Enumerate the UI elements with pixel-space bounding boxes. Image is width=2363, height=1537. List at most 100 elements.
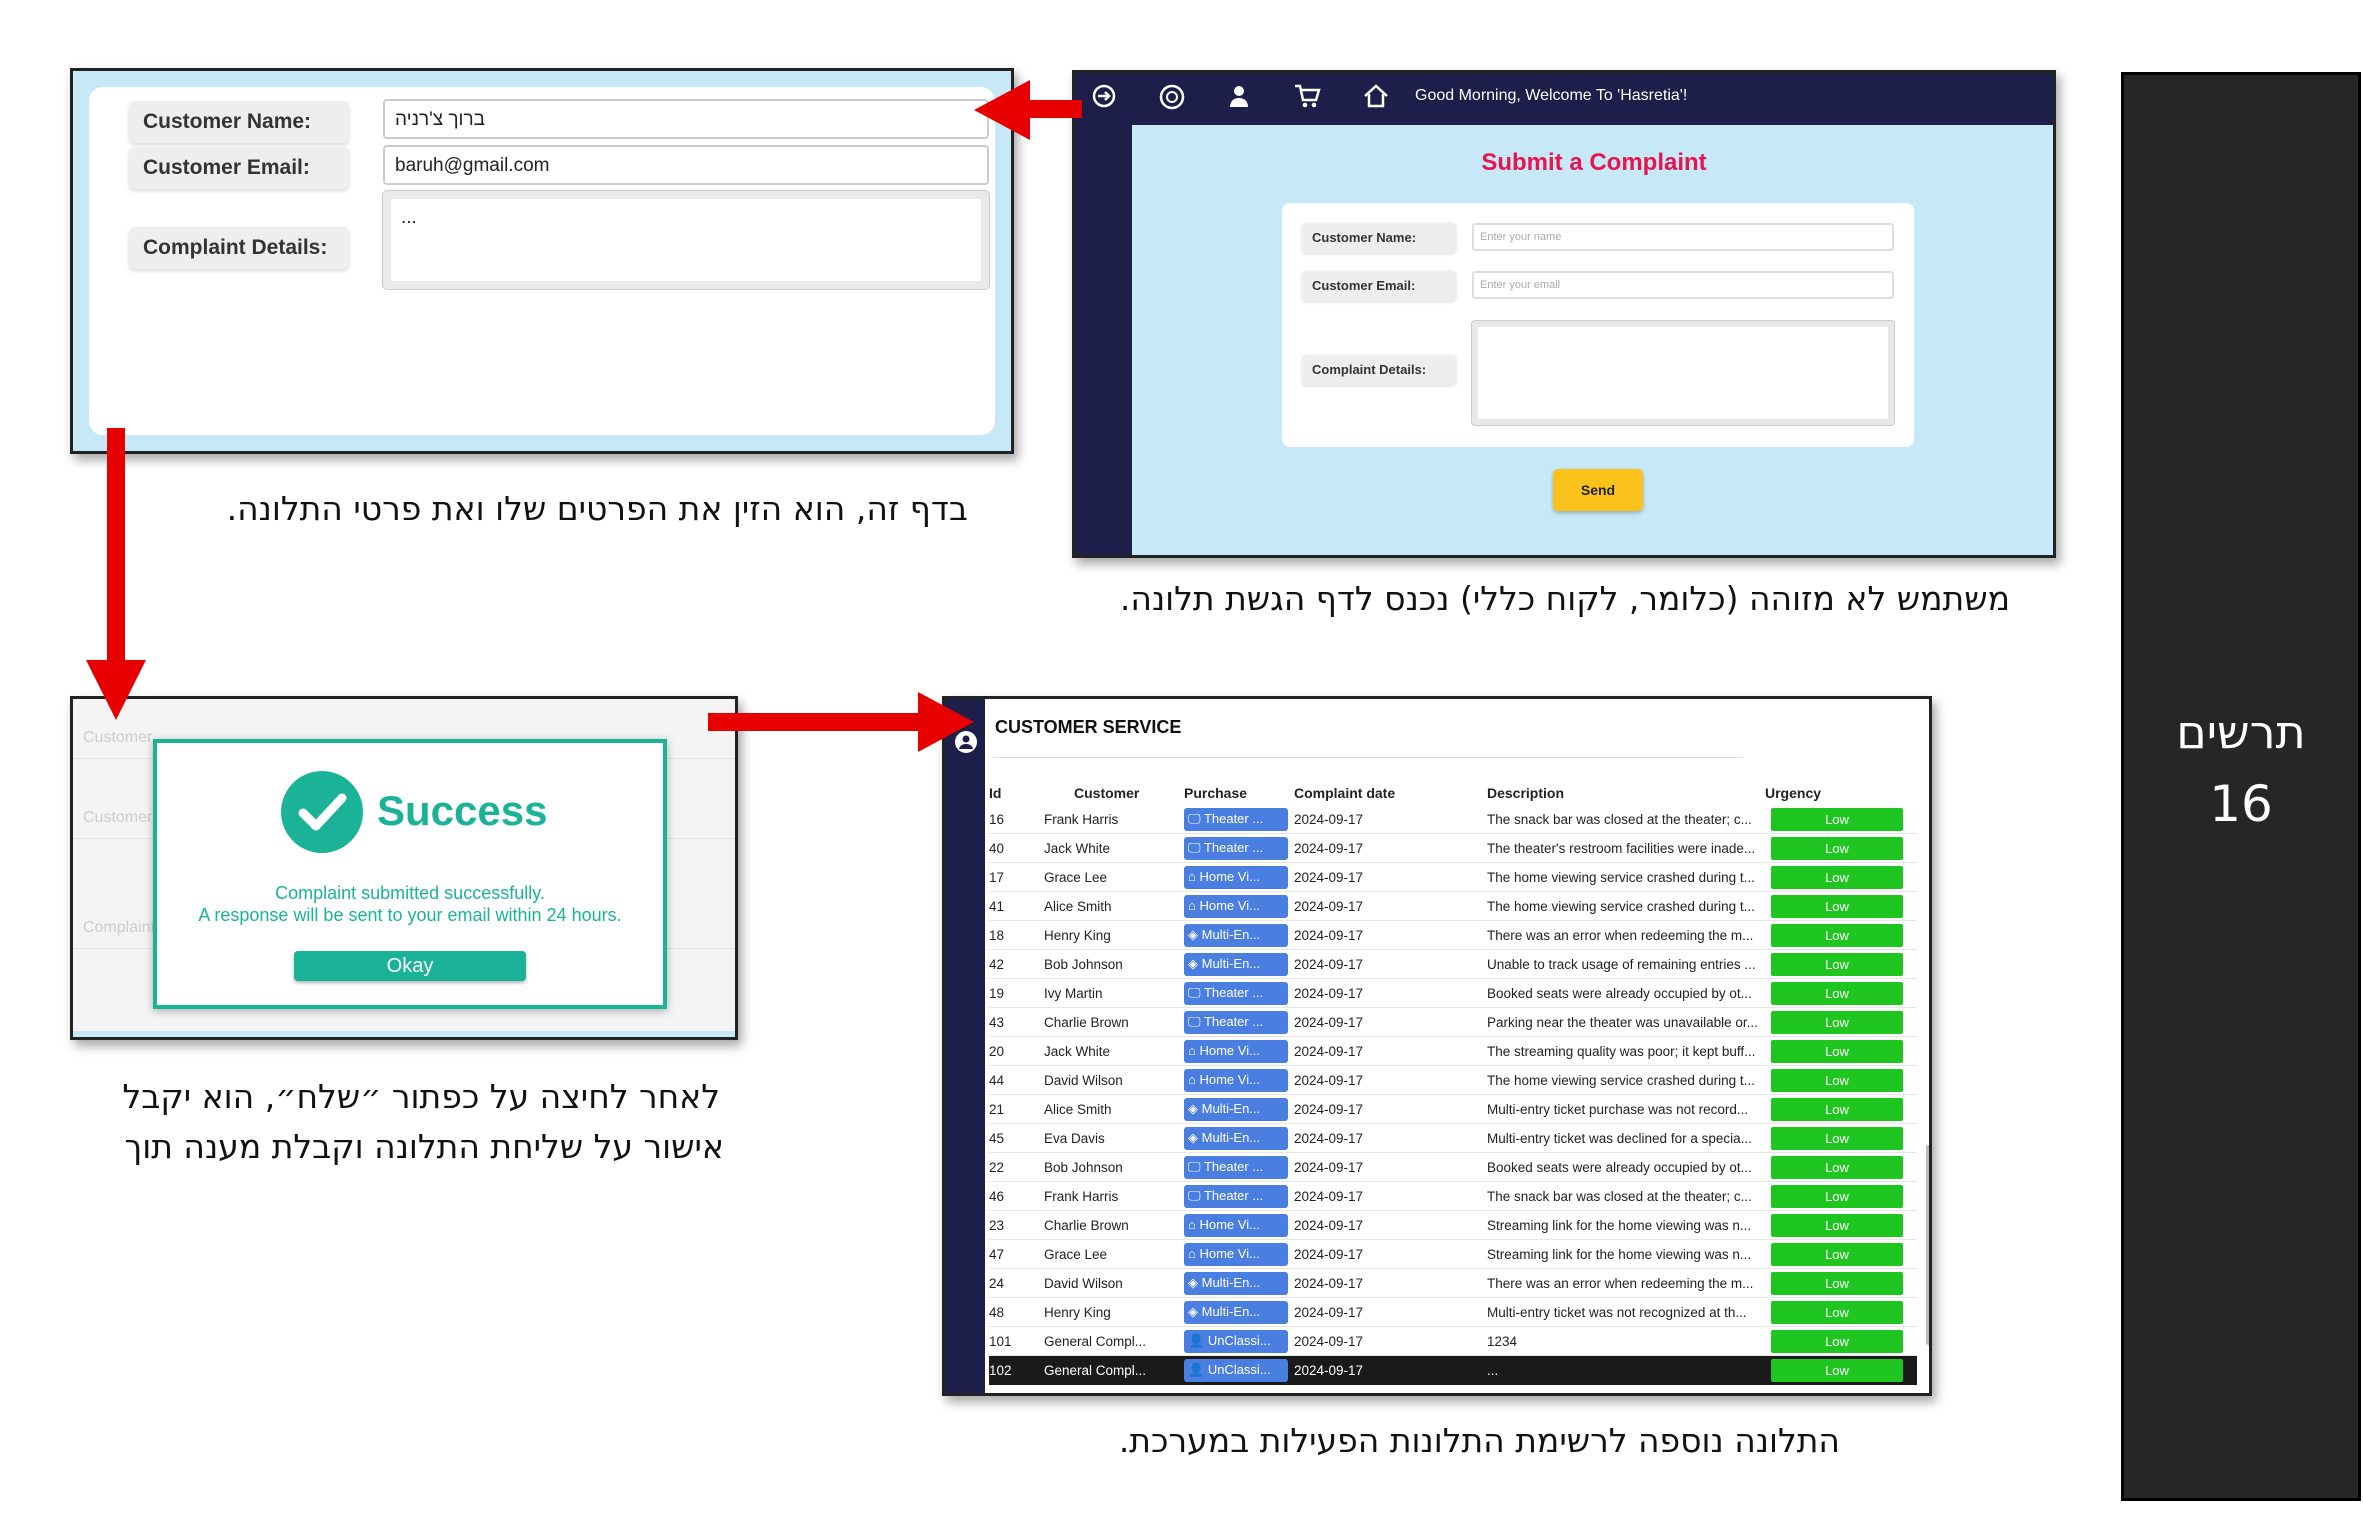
column-header-purchase[interactable]: Purchase (1184, 785, 1247, 801)
table-row[interactable]: 48 Henry King ◈ Multi-En... 2024-09-17 Multi… (989, 1298, 1917, 1327)
purchase-badge[interactable]: 👤 UnClassi... (1184, 1359, 1288, 1382)
purchase-badge[interactable]: ⌂ Home Vi... (1184, 1040, 1288, 1063)
table-row[interactable]: 24 David Wilson ◈ Multi-En... 2024-09-17 The… (989, 1269, 1917, 1298)
table-row[interactable]: 40 Jack White 🖵 Theater ... 2024-09-17 The t… (989, 834, 1917, 863)
purchase-badge[interactable]: ⌂ Home Vi... (1184, 1069, 1288, 1092)
table-row[interactable]: 17 Grace Lee ⌂ Home Vi... 2024-09-17 The hom… (989, 863, 1917, 892)
cell-id: 45 (989, 1131, 1005, 1146)
cell-date: 2024-09-17 (1294, 1102, 1364, 1117)
customer-email-label: Customer Email: (1302, 271, 1456, 301)
purchase-label: Theater ... (1203, 811, 1264, 826)
table-row[interactable]: 42 Bob Johnson ◈ Multi-En... 2024-09-17 Unab… (989, 950, 1917, 979)
table-row[interactable]: 45 Eva Davis ◈ Multi-En... 2024-09-17 Multi-… (989, 1124, 1917, 1153)
cart-icon[interactable] (1290, 83, 1324, 117)
purchase-badge[interactable]: 🖵 Theater ... (1184, 837, 1288, 860)
cell-id: 18 (989, 928, 1005, 943)
cell-customer: Frank Harris (1044, 1189, 1119, 1204)
column-header-customer[interactable]: Customer (1074, 785, 1139, 801)
cell-date: 2024-09-17 (1294, 957, 1364, 972)
complaint-details-textarea[interactable] (1471, 320, 1895, 426)
cell-date: 2024-09-17 (1294, 812, 1364, 827)
cell-id: 101 (989, 1334, 1012, 1349)
complaint-details-label: Complaint Details: (1302, 355, 1456, 385)
cell-description: The home viewing service crashed during … (1487, 1073, 1755, 1088)
table-row[interactable]: 101 General Compl... 👤 UnClassi... 2024-09-… (989, 1327, 1917, 1356)
logo-icon[interactable] (1155, 83, 1189, 117)
purchase-badge[interactable]: ◈ Multi-En... (1184, 1127, 1288, 1150)
cell-date: 2024-09-17 (1294, 1160, 1364, 1175)
cell-customer: David Wilson (1044, 1276, 1123, 1291)
purchase-badge[interactable]: ⌂ Home Vi... (1184, 866, 1288, 889)
customer-email-input[interactable]: Enter your email (1472, 271, 1894, 299)
table-row[interactable]: 19 Ivy Martin 🖵 Theater ... 2024-09-17 Booke… (989, 979, 1917, 1008)
cell-description: Booked seats were already occupied by ot… (1487, 1160, 1752, 1175)
purchase-label: Home Vi... (1199, 869, 1260, 884)
purchase-badge[interactable]: ◈ Multi-En... (1184, 1098, 1288, 1121)
table-row[interactable]: 102 General Compl... 👤 UnClassi... 2024-09-… (989, 1356, 1917, 1385)
purchase-icon: ⌂ (1188, 869, 1196, 884)
cell-customer: General Compl... (1044, 1334, 1147, 1349)
purchase-badge[interactable]: ⌂ Home Vi... (1184, 1243, 1288, 1266)
purchase-label: Multi-En... (1201, 956, 1261, 971)
column-header-id[interactable]: Id (989, 785, 1001, 801)
purchase-label: Home Vi... (1199, 1043, 1260, 1058)
purchase-badge[interactable]: 🖵 Theater ... (1184, 808, 1288, 831)
home-icon[interactable] (1359, 83, 1393, 117)
table-row[interactable]: 44 David Wilson ⌂ Home Vi... 2024-09-17 The … (989, 1066, 1917, 1095)
logout-icon[interactable] (1087, 83, 1121, 117)
purchase-badge[interactable]: 👤 UnClassi... (1184, 1330, 1288, 1353)
okay-button[interactable]: Okay (294, 951, 526, 981)
purchase-icon: 👤 (1188, 1333, 1205, 1348)
purchase-badge[interactable]: 🖵 Theater ... (1184, 1156, 1288, 1179)
urgency-badge: Low (1771, 1330, 1903, 1353)
purchase-badge[interactable]: ◈ Multi-En... (1184, 1272, 1288, 1295)
column-header-complaint-date[interactable]: Complaint date (1294, 785, 1395, 801)
table-row[interactable]: 16 Frank Harris 🖵 Theater ... 2024-09-17 The… (989, 805, 1917, 834)
cell-id: 24 (989, 1276, 1005, 1291)
customer-name-input[interactable]: Enter your name (1472, 223, 1894, 251)
complaint-page-screenshot: Good Morning, Welcome To 'Hasretia'! Sub… (1072, 70, 2056, 558)
table-row[interactable]: 21 Alice Smith ◈ Multi-En... 2024-09-17 Mult… (989, 1095, 1917, 1124)
customer-name-input[interactable]: ברוך צ'רניה (383, 99, 989, 139)
purchase-badge[interactable]: ⌂ Home Vi... (1184, 1214, 1288, 1237)
purchase-badge[interactable]: 🖵 Theater ... (1184, 1011, 1288, 1034)
cell-id: 48 (989, 1305, 1005, 1320)
purchase-badge[interactable]: ◈ Multi-En... (1184, 953, 1288, 976)
cell-customer: Jack White (1044, 1044, 1111, 1059)
cell-date: 2024-09-17 (1294, 1015, 1364, 1030)
purchase-badge[interactable]: 🖵 Theater ... (1184, 1185, 1288, 1208)
user-icon[interactable] (1223, 83, 1257, 117)
purchase-label: Theater ... (1203, 1188, 1264, 1203)
table-row[interactable]: 47 Grace Lee ⌂ Home Vi... 2024-09-17 Streami… (989, 1240, 1917, 1269)
table-row[interactable]: 18 Henry King ◈ Multi-En... 2024-09-17 There… (989, 921, 1917, 950)
purchase-label: Multi-En... (1201, 1130, 1261, 1145)
urgency-badge: Low (1771, 1214, 1903, 1237)
table-row[interactable]: 41 Alice Smith ⌂ Home Vi... 2024-09-17 The h… (989, 892, 1917, 921)
complaint-details-textarea[interactable]: ... (382, 190, 990, 290)
purchase-badge[interactable]: 🖵 Theater ... (1184, 982, 1288, 1005)
customer-service-main: CUSTOMER SERVICE Id Customer Purchase Co… (985, 699, 1929, 1393)
cell-date: 2024-09-17 (1294, 1131, 1364, 1146)
cell-customer: Frank Harris (1044, 812, 1119, 827)
column-header-urgency[interactable]: Urgency (1765, 785, 1821, 801)
table-row[interactable]: 20 Jack White ⌂ Home Vi... 2024-09-17 The st… (989, 1037, 1917, 1066)
purchase-icon: 🖵 (1188, 840, 1201, 855)
table-row[interactable]: 43 Charlie Brown 🖵 Theater ... 2024-09-17 Pa… (989, 1008, 1917, 1037)
cell-customer: Charlie Brown (1044, 1015, 1129, 1030)
send-button[interactable]: Send (1553, 469, 1643, 511)
column-header-description[interactable]: Description (1487, 785, 1564, 801)
urgency-badge: Low (1771, 1156, 1903, 1179)
purchase-badge[interactable]: ⌂ Home Vi... (1184, 895, 1288, 918)
table-row[interactable]: 23 Charlie Brown ⌂ Home Vi... 2024-09-17 Str… (989, 1211, 1917, 1240)
cell-date: 2024-09-17 (1294, 1073, 1364, 1088)
purchase-badge[interactable]: ◈ Multi-En... (1184, 924, 1288, 947)
caption-panel2: משתמש לא מזוהה (כלומר, לקוח כללי) נכנס ל… (1119, 579, 2010, 618)
purchase-icon: 🖵 (1188, 1159, 1201, 1174)
urgency-badge: Low (1771, 982, 1903, 1005)
table-row[interactable]: 46 Frank Harris 🖵 Theater ... 2024-09-17 The… (989, 1182, 1917, 1211)
customer-email-input[interactable]: baruh@gmail.com (383, 145, 989, 185)
table-row[interactable]: 22 Bob Johnson 🖵 Theater ... 2024-09-17 Book… (989, 1153, 1917, 1182)
cell-description: Multi-entry ticket purchase was not reco… (1487, 1102, 1749, 1117)
table-scrollbar[interactable] (1926, 1145, 1929, 1345)
purchase-badge[interactable]: ◈ Multi-En... (1184, 1301, 1288, 1324)
